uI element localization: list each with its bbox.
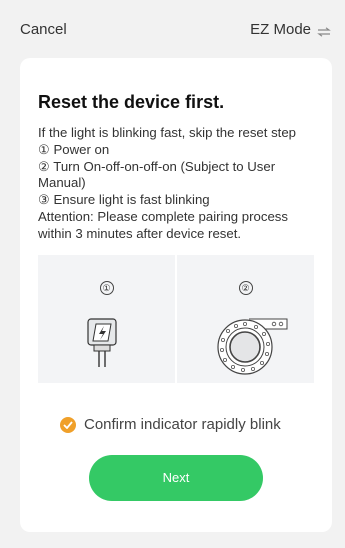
illustration-panel-1: ① (38, 255, 175, 383)
illustration-panels: ① ② (38, 255, 314, 383)
power-plug-icon (38, 315, 175, 375)
mode-label: EZ Mode (250, 20, 311, 38)
switch-arrows-icon (317, 24, 331, 37)
instruction-line: Attention: Please complete pairing proce… (38, 208, 288, 241)
page-title: Reset the device first. (38, 92, 225, 112)
instruction-line: ③ Ensure light is fast blinking (38, 192, 210, 208)
illustration-panel-2: ② (177, 255, 314, 383)
instruction-line: ① Power on (38, 141, 110, 157)
step-number: ① (99, 281, 114, 295)
top-bar: Cancel EZ Mode (0, 0, 345, 58)
checkmark-icon (60, 416, 76, 433)
instructions: If the light is blinking fast, skip the … (38, 125, 323, 243)
ez-mode-switch[interactable]: EZ Mode (250, 21, 331, 38)
led-strip-reel-icon (177, 315, 314, 375)
instruction-line: ② Turn On-off-on-off-on (Subject to User… (38, 158, 276, 191)
confirm-checkbox[interactable]: Confirm indicator rapidly blink (60, 416, 281, 433)
cancel-button[interactable]: Cancel (20, 21, 67, 38)
next-button[interactable]: Next (89, 455, 263, 501)
confirm-label: Confirm indicator rapidly blink (84, 416, 281, 433)
instruction-line: If the light is blinking fast, skip the … (38, 125, 297, 140)
step-number: ② (238, 281, 253, 295)
reset-card: Reset the device first. If the light is … (20, 58, 332, 532)
